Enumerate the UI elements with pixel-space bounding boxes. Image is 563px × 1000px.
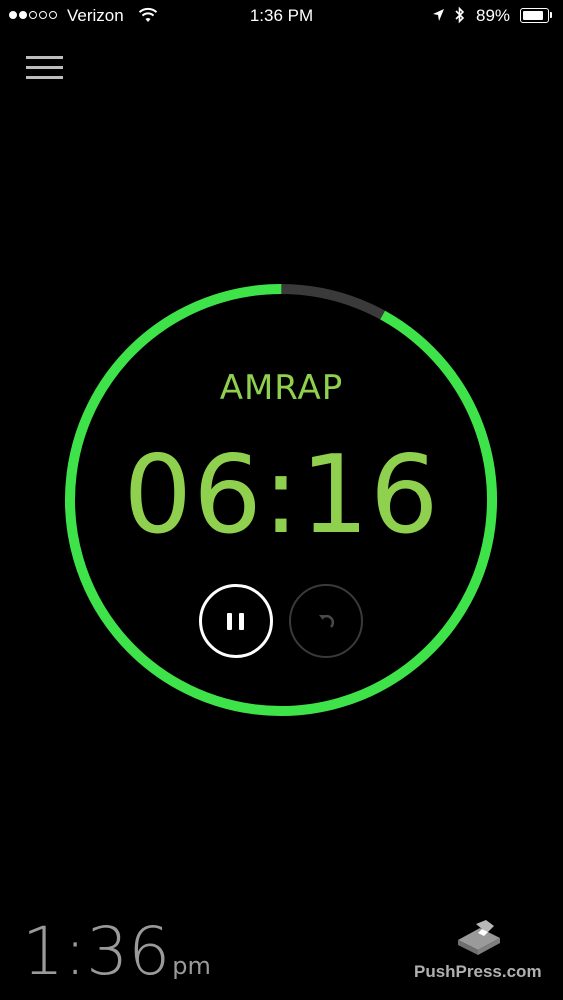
timer-display: 06:16 bbox=[123, 433, 440, 558]
battery-tip bbox=[550, 12, 552, 18]
hamburger-menu-icon[interactable] bbox=[26, 56, 64, 80]
pause-bar bbox=[239, 613, 244, 630]
menu-line bbox=[26, 66, 63, 69]
location-arrow-icon bbox=[433, 9, 444, 21]
pause-bar bbox=[227, 613, 232, 630]
status-bar: Verizon 1:36 PM 89% bbox=[0, 0, 563, 34]
battery-percent: 89% bbox=[476, 6, 511, 25]
menu-line bbox=[26, 76, 63, 79]
brand-name: PushPress.com bbox=[414, 962, 542, 981]
timer-mode-label: AMRAP bbox=[219, 368, 344, 408]
battery-icon bbox=[520, 8, 549, 23]
pushpress-logo-icon bbox=[458, 920, 500, 955]
battery-level bbox=[522, 10, 543, 20]
footer-time: 1:36 bbox=[22, 913, 171, 990]
footer-clock: 1:36pm bbox=[22, 912, 211, 992]
reset-icon bbox=[319, 615, 334, 628]
pause-button[interactable] bbox=[199, 584, 273, 658]
bluetooth-icon bbox=[455, 6, 465, 24]
footer-ampm: pm bbox=[172, 952, 211, 980]
menu-line bbox=[26, 56, 63, 59]
reset-button[interactable] bbox=[289, 584, 363, 658]
